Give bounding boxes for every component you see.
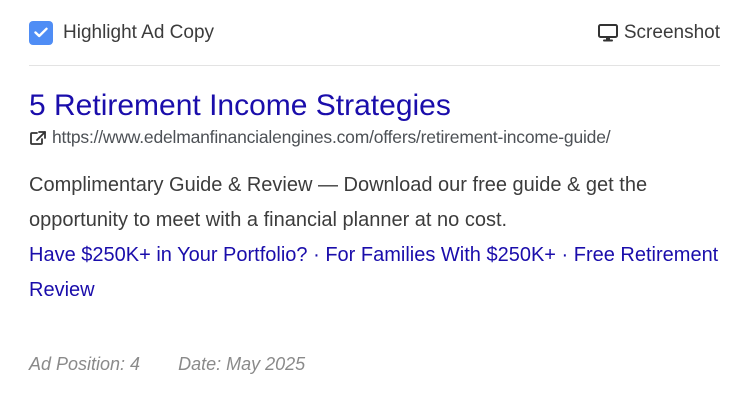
sitelink-families[interactable]: For Families With $250K+ <box>325 244 556 266</box>
highlight-ad-copy-toggle[interactable]: Highlight Ad Copy <box>29 20 215 45</box>
ad-date: Date: May 2025 <box>178 354 306 374</box>
external-link-icon <box>29 130 47 146</box>
screenshot-label: Screenshot <box>623 21 720 43</box>
ad-description: Complimentary Guide & Review — Download … <box>29 174 648 231</box>
ad-card: Highlight Ad Copy Screenshot 5 Retiremen… <box>0 0 751 398</box>
sitelink-separator: · <box>555 244 574 266</box>
highlight-checkbox[interactable] <box>29 20 53 45</box>
sitelink-portfolio[interactable]: Have $250K+ in Your Portfolio? <box>29 244 308 266</box>
ad-toolbar: Highlight Ad Copy Screenshot <box>29 0 720 66</box>
ad-display-url: https://www.edelmanfinancialengines.com/… <box>52 127 611 147</box>
highlight-label: Highlight Ad Copy <box>63 21 215 43</box>
ad-position: Ad Position: 4 <box>29 354 141 374</box>
monitor-icon <box>597 23 618 42</box>
ad-title-link[interactable]: 5 Retirement Income Strategies <box>29 88 720 124</box>
ad-meta: Ad Position: 4 Date: May 2025 <box>29 354 305 375</box>
sitelink-separator: · <box>307 244 326 266</box>
ad-url-row[interactable]: https://www.edelmanfinancialengines.com/… <box>29 127 720 148</box>
sitelinks: Have $250K+ in Your Portfolio? · For Fam… <box>29 238 719 308</box>
screenshot-button[interactable]: Screenshot <box>597 21 720 44</box>
check-icon <box>34 27 48 38</box>
